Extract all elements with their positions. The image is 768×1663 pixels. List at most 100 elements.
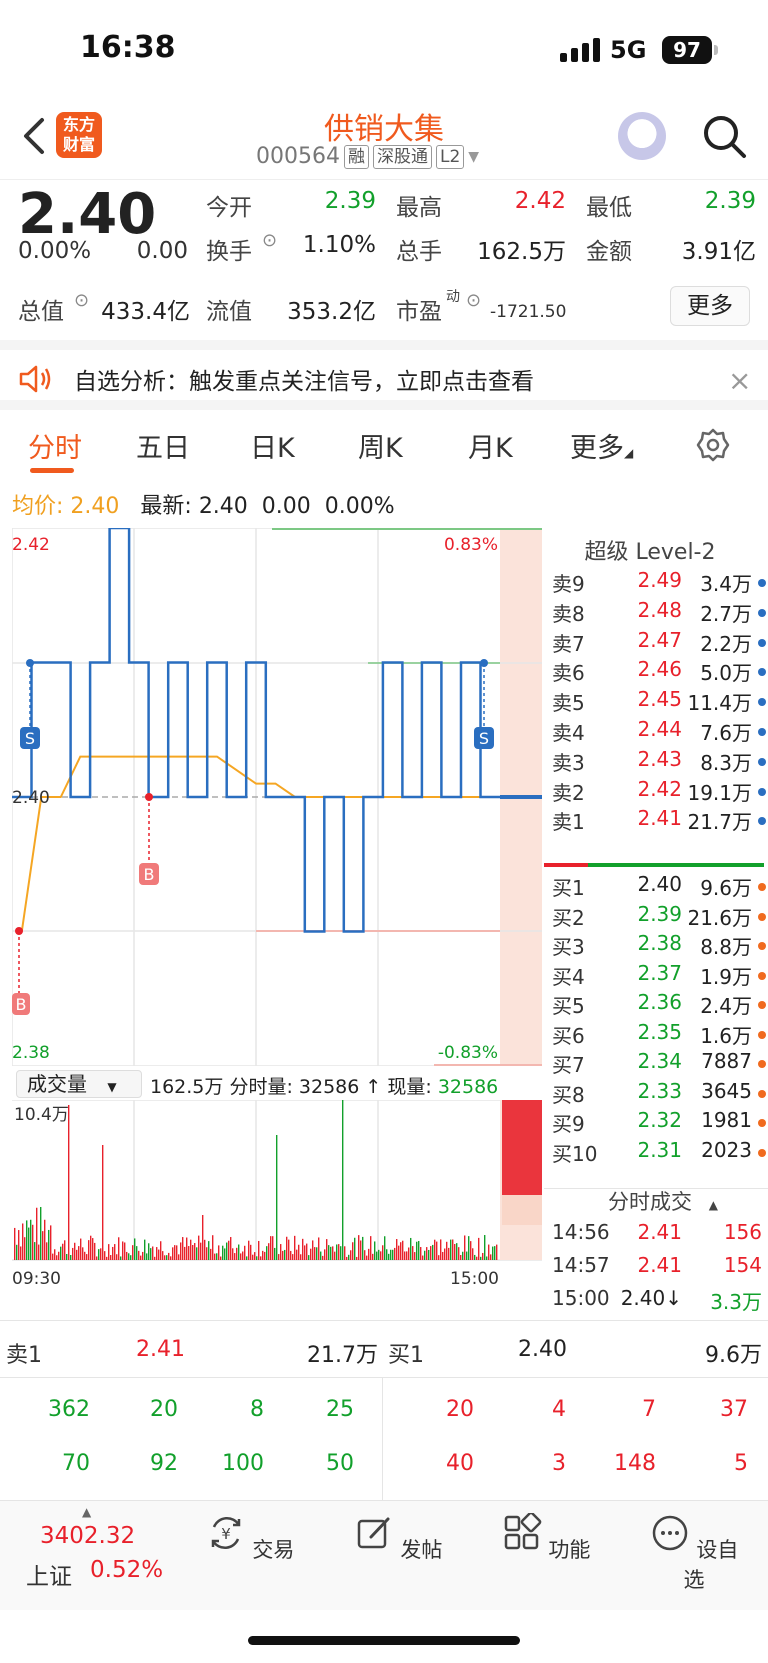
volume-bar xyxy=(474,1254,476,1260)
volume-bar xyxy=(218,1245,220,1260)
status-dot-icon xyxy=(758,817,766,826)
bid-price: 2.37 xyxy=(637,960,682,985)
volume-bar xyxy=(296,1249,298,1260)
volume-bar xyxy=(298,1244,300,1260)
info-icon[interactable]: ⊙ xyxy=(262,230,277,251)
tab-indicator xyxy=(30,468,74,473)
chevron-down-icon: ▼ xyxy=(468,148,480,165)
volume-bar xyxy=(264,1251,266,1260)
volume-bar xyxy=(384,1236,386,1260)
status-dot-icon xyxy=(758,971,766,980)
volume-chart[interactable]: 10.4万 09:30 15:00 xyxy=(12,1100,542,1290)
y-min-label: 2.38 xyxy=(12,1043,50,1063)
volume-bar xyxy=(466,1251,468,1260)
tab-monthly[interactable]: 月K xyxy=(468,426,513,465)
status-dot-icon xyxy=(758,1119,766,1127)
status-dot-icon xyxy=(758,698,766,707)
ask-row[interactable]: 卖9 2.49 3.4万 xyxy=(552,568,768,599)
info-icon[interactable]: ⊙ xyxy=(74,290,89,311)
order-queue-value: 7 xyxy=(642,1397,656,1422)
assistant-avatar-icon[interactable] xyxy=(618,112,666,160)
alert-banner[interactable]: 自选分析：触发重点关注信号，立即点击查看 × xyxy=(0,340,768,410)
tab-intraday[interactable]: 分时 xyxy=(28,426,82,465)
ask-row[interactable]: 卖5 2.45 11.4万 xyxy=(552,687,768,718)
bid-row[interactable]: 买3 2.38 8.8万 xyxy=(552,931,768,962)
index-name[interactable]: 上证 xyxy=(26,1557,72,1591)
ask-row[interactable]: 卖6 2.46 5.0万 xyxy=(552,657,768,688)
tab-weekly[interactable]: 周K xyxy=(358,426,403,465)
volume-bar xyxy=(304,1245,306,1260)
volume-bar xyxy=(178,1254,180,1260)
ask-row[interactable]: 卖4 2.44 7.6万 xyxy=(552,717,768,748)
ask-label: 卖7 xyxy=(552,631,585,656)
ask-row[interactable]: 卖2 2.42 19.1万 xyxy=(552,777,768,808)
volume-bar xyxy=(104,1251,106,1260)
more-button[interactable]: 更多 xyxy=(670,286,750,326)
volume-bar xyxy=(96,1256,98,1260)
speaker-icon xyxy=(19,365,51,393)
tab-five-day[interactable]: 五日 xyxy=(136,426,190,465)
bid-row[interactable]: 买10 2.31 2023 xyxy=(552,1138,768,1169)
volume-bar xyxy=(132,1245,134,1260)
index-pct[interactable]: 0.52% xyxy=(90,1557,163,1583)
bid-row[interactable]: 买2 2.39 21.6万 xyxy=(552,902,768,933)
volume-bar xyxy=(60,1246,62,1260)
info-icon[interactable]: ⊙ xyxy=(466,290,481,311)
volume-bar xyxy=(428,1249,430,1260)
volume-bar xyxy=(302,1238,304,1260)
intraday-chart[interactable]: 2.42 2.38 0.83% -0.83% 2.40 S S B B xyxy=(12,528,542,1066)
gear-icon[interactable] xyxy=(696,428,730,462)
volume-bar xyxy=(232,1248,234,1260)
volume-bar xyxy=(426,1247,428,1260)
nav-functions[interactable]: 功能 xyxy=(496,1511,596,1564)
bid-row[interactable]: 买9 2.32 1981 xyxy=(552,1108,768,1139)
volume-bar xyxy=(374,1241,376,1260)
book-title[interactable]: 超级 Level-2 xyxy=(544,534,756,566)
volume-bar xyxy=(160,1241,162,1260)
status-dot-icon xyxy=(758,1030,766,1039)
status-dot-icon xyxy=(758,757,766,766)
bid-row[interactable]: 买5 2.36 2.4万 xyxy=(552,990,768,1021)
status-dot-icon xyxy=(758,883,766,891)
volume-bar xyxy=(26,1220,28,1260)
volume-bar xyxy=(326,1239,328,1260)
stock-code-row[interactable]: 000564 融 深股通 L2 ▼ xyxy=(256,144,479,169)
volume-bar xyxy=(402,1240,404,1260)
tab-daily[interactable]: 日K xyxy=(250,426,295,465)
ask-row[interactable]: 卖1 2.41 21.7万 xyxy=(552,806,768,837)
order-queue-value: 362 xyxy=(48,1397,90,1422)
index-value[interactable]: 3402.32 xyxy=(40,1523,135,1549)
nav-add-watchlist[interactable]: 设自选 xyxy=(644,1513,744,1594)
bid-row[interactable]: 买4 2.37 1.9万 xyxy=(552,961,768,992)
bid-row[interactable]: 买1 2.40 9.6万 xyxy=(552,872,768,903)
volume-bar xyxy=(50,1225,52,1260)
search-icon[interactable] xyxy=(700,112,748,160)
volume-bar xyxy=(70,1255,72,1260)
bid-row[interactable]: 买8 2.33 3645 xyxy=(552,1079,768,1110)
ask-row[interactable]: 卖8 2.48 2.7万 xyxy=(552,598,768,629)
volume-bar xyxy=(122,1241,124,1260)
order-queue-value: 100 xyxy=(222,1451,264,1476)
ticks-title[interactable]: 分时成交 ▲ xyxy=(608,1186,718,1216)
volume-bar xyxy=(344,1246,346,1260)
volume-bar xyxy=(314,1247,316,1260)
price-info-bar: 均价: 2.40 最新: 2.40 0.00 0.00% xyxy=(12,488,395,520)
volume-bar xyxy=(112,1246,114,1260)
volume-bar xyxy=(378,1249,380,1260)
bid-row[interactable]: 买7 2.34 7887 xyxy=(552,1049,768,1080)
ask-row[interactable]: 卖3 2.43 8.3万 xyxy=(552,747,768,778)
nav-post[interactable]: 发帖 xyxy=(348,1513,448,1564)
volume-bar xyxy=(482,1252,484,1260)
close-icon[interactable]: × xyxy=(728,364,751,397)
ask-row[interactable]: 卖7 2.47 2.2万 xyxy=(552,628,768,659)
bottom-ask-volume: 21.7万 xyxy=(307,1343,378,1368)
volume-bar xyxy=(290,1250,292,1260)
svg-text:S: S xyxy=(25,729,35,748)
volume-bar xyxy=(354,1237,356,1260)
nav-trade[interactable]: ¥ 交易 xyxy=(200,1513,300,1564)
bid-row[interactable]: 买6 2.35 1.6万 xyxy=(552,1020,768,1051)
volume-bar xyxy=(254,1252,256,1260)
indicator-select[interactable]: 成交量 ▼ xyxy=(16,1070,142,1098)
status-dot-icon xyxy=(758,1060,766,1068)
tab-more[interactable]: 更多◢ xyxy=(570,426,633,465)
